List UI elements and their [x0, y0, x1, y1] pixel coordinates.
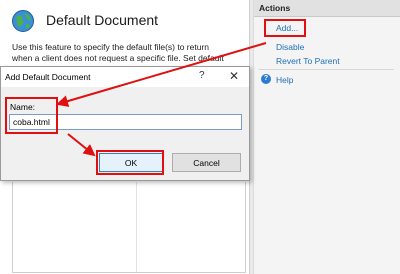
- dialog-title: Add Default Document: [5, 72, 91, 82]
- cancel-button[interactable]: Cancel: [172, 153, 241, 172]
- actions-title: Actions: [259, 3, 291, 13]
- column-divider: [136, 182, 137, 272]
- description-line-2: when a client does not request a specifi…: [12, 53, 224, 63]
- add-default-document-dialog: Add Default Document ? ✕ Name: OK Cancel: [0, 66, 250, 181]
- revert-to-parent-action-link[interactable]: Revert To Parent: [276, 56, 340, 66]
- globe-document-icon: [12, 10, 34, 32]
- dialog-help-icon[interactable]: ?: [199, 70, 205, 81]
- disable-action-link[interactable]: Disable: [276, 42, 304, 52]
- page-title: Default Document: [46, 12, 159, 28]
- help-action-link[interactable]: Help: [276, 75, 293, 85]
- help-icon[interactable]: ?: [261, 74, 271, 84]
- dialog-titlebar[interactable]: Add Default Document ? ✕: [1, 67, 249, 87]
- add-highlight-box: [264, 19, 306, 37]
- actions-separator: [259, 69, 394, 70]
- name-highlight-box: [5, 97, 58, 134]
- ok-highlight-box: [96, 150, 164, 175]
- close-icon[interactable]: ✕: [229, 69, 239, 83]
- default-documents-list[interactable]: [12, 182, 246, 273]
- actions-panel: Actions Add... Disable Revert To Parent …: [253, 0, 400, 274]
- actions-header: Actions: [254, 0, 400, 17]
- description-line-1: Use this feature to specify the default …: [12, 42, 210, 52]
